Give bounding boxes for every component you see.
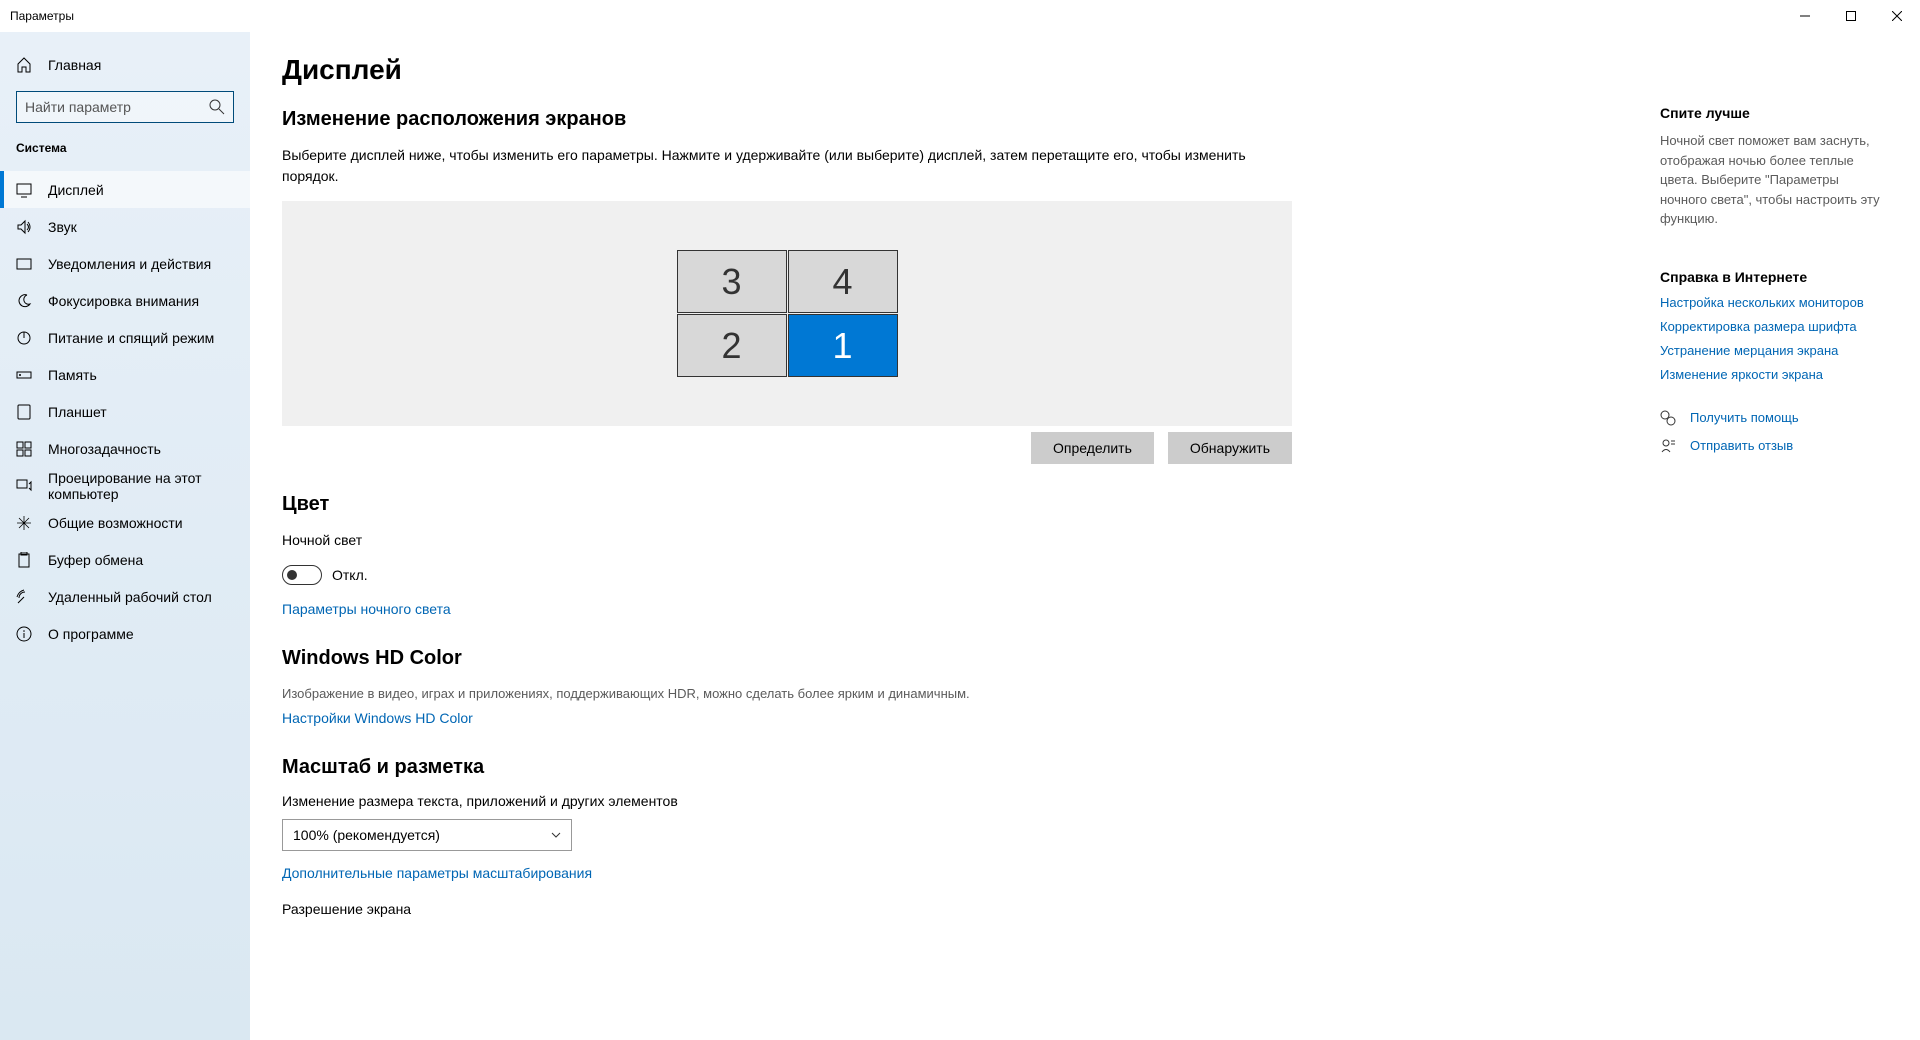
sleep-better-heading: Спите лучше — [1660, 105, 1880, 121]
hdr-heading: Windows HD Color — [282, 647, 1292, 670]
search-input[interactable] — [25, 99, 209, 115]
sidebar-item-sound[interactable]: Звук — [0, 208, 250, 245]
content: Дисплей Изменение расположения экранов В… — [282, 54, 1292, 1040]
scale-advanced-link[interactable]: Дополнительные параметры масштабирования — [282, 865, 592, 881]
sidebar-item-label: Питание и спящий режим — [48, 330, 214, 346]
monitor-2[interactable]: 2 — [677, 314, 787, 377]
sidebar-item-projecting[interactable]: Проецирование на этот компьютер — [0, 467, 250, 504]
remote-icon — [16, 589, 32, 605]
chevron-down-icon — [551, 830, 561, 840]
titlebar: Параметры — [0, 0, 1920, 32]
sidebar-item-storage[interactable]: Память — [0, 356, 250, 393]
sidebar-item-label: Звук — [48, 219, 77, 235]
close-icon — [1892, 11, 1902, 21]
display-arrangement[interactable]: 3 4 2 1 — [282, 201, 1292, 426]
sidebar-item-label: О программе — [48, 626, 134, 642]
search-icon — [209, 99, 225, 115]
color-heading: Цвет — [282, 493, 1292, 516]
close-button[interactable] — [1874, 0, 1920, 32]
focus-icon — [16, 293, 32, 309]
about-icon — [16, 626, 32, 642]
projecting-icon — [16, 478, 32, 494]
get-help-icon — [1660, 410, 1676, 426]
sidebar-item-label: Планшет — [48, 404, 107, 420]
minimize-icon — [1800, 11, 1810, 21]
sidebar-item-label: Уведомления и действия — [48, 256, 211, 272]
sidebar-item-label: Проецирование на этот компьютер — [48, 470, 234, 502]
sidebar-item-label: Дисплей — [48, 182, 104, 198]
feedback-row[interactable]: Отправить отзыв — [1660, 438, 1880, 454]
arrange-heading: Изменение расположения экранов — [282, 108, 1292, 131]
sidebar-item-label: Память — [48, 367, 97, 383]
maximize-icon — [1846, 11, 1856, 21]
scale-heading: Масштаб и разметка — [282, 756, 1292, 779]
multitask-icon — [16, 441, 32, 457]
sidebar-item-label: Буфер обмена — [48, 552, 143, 568]
sidebar-item-shared[interactable]: Общие возможности — [0, 504, 250, 541]
home-link[interactable]: Главная — [0, 47, 250, 83]
get-help-row[interactable]: Получить помощь — [1660, 410, 1880, 426]
sidebar-item-label: Фокусировка внимания — [48, 293, 199, 309]
shared-icon — [16, 515, 32, 531]
online-help-heading: Справка в Интернете — [1660, 269, 1880, 285]
night-light-label: Ночной свет — [282, 530, 1292, 551]
maximize-button[interactable] — [1828, 0, 1874, 32]
monitor-4[interactable]: 4 — [788, 250, 898, 313]
arrange-description: Выберите дисплей ниже, чтобы изменить ег… — [282, 145, 1292, 187]
scale-label: Изменение размера текста, приложений и д… — [282, 793, 1292, 809]
sidebar-item-focus[interactable]: Фокусировка внимания — [0, 282, 250, 319]
sidebar-item-tablet[interactable]: Планшет — [0, 393, 250, 430]
toggle-state: Откл. — [332, 567, 368, 583]
sidebar-item-label: Многозадачность — [48, 441, 161, 457]
monitor-1[interactable]: 1 — [788, 314, 898, 377]
detect-button[interactable]: Обнаружить — [1168, 432, 1292, 464]
help-link-fontsize[interactable]: Корректировка размера шрифта — [1660, 319, 1880, 334]
help-link-brightness[interactable]: Изменение яркости экрана — [1660, 367, 1880, 382]
minimize-button[interactable] — [1782, 0, 1828, 32]
sidebar-item-notifications[interactable]: Уведомления и действия — [0, 245, 250, 282]
night-light-settings-link[interactable]: Параметры ночного света — [282, 601, 451, 617]
storage-icon — [16, 367, 32, 383]
feedback-link[interactable]: Отправить отзыв — [1690, 438, 1793, 453]
section-label: Система — [0, 141, 250, 155]
sidebar-item-power[interactable]: Питание и спящий режим — [0, 319, 250, 356]
resolution-label: Разрешение экрана — [282, 901, 1292, 917]
hdr-description: Изображение в видео, играх и приложениях… — [282, 684, 1292, 704]
power-icon — [16, 330, 32, 346]
sidebar-item-multitask[interactable]: Многозадачность — [0, 430, 250, 467]
window-controls — [1782, 0, 1920, 32]
home-label: Главная — [48, 57, 101, 73]
sidebar-item-label: Удаленный рабочий стол — [48, 589, 212, 605]
display-icon — [16, 182, 32, 198]
tablet-icon — [16, 404, 32, 420]
sidebar-item-label: Общие возможности — [48, 515, 183, 531]
night-light-toggle[interactable] — [282, 565, 322, 585]
sidebar: Главная Система Дисплей Звук Уведомления… — [0, 32, 250, 1040]
hdr-settings-link[interactable]: Настройки Windows HD Color — [282, 710, 473, 726]
sidebar-item-clipboard[interactable]: Буфер обмена — [0, 541, 250, 578]
search-box[interactable] — [16, 91, 234, 123]
monitor-3[interactable]: 3 — [677, 250, 787, 313]
identify-button[interactable]: Определить — [1031, 432, 1154, 464]
sleep-better-text: Ночной свет поможет вам заснуть, отображ… — [1660, 131, 1880, 229]
page-title: Дисплей — [282, 54, 1292, 86]
help-link-flicker[interactable]: Устранение мерцания экрана — [1660, 343, 1880, 358]
help-link-monitors[interactable]: Настройка нескольких мониторов — [1660, 295, 1880, 310]
sidebar-item-remote[interactable]: Удаленный рабочий стол — [0, 578, 250, 615]
feedback-icon — [1660, 438, 1676, 454]
scale-value: 100% (рекомендуется) — [293, 827, 440, 843]
help-panel: Спите лучше Ночной свет поможет вам засн… — [1640, 54, 1880, 1040]
scale-dropdown[interactable]: 100% (рекомендуется) — [282, 819, 572, 851]
get-help-link[interactable]: Получить помощь — [1690, 410, 1799, 425]
sidebar-item-display[interactable]: Дисплей — [0, 171, 250, 208]
clipboard-icon — [16, 552, 32, 568]
home-icon — [16, 57, 32, 73]
sound-icon — [16, 219, 32, 235]
window-title: Параметры — [10, 9, 1782, 23]
notifications-icon — [16, 256, 32, 272]
sidebar-item-about[interactable]: О программе — [0, 615, 250, 652]
